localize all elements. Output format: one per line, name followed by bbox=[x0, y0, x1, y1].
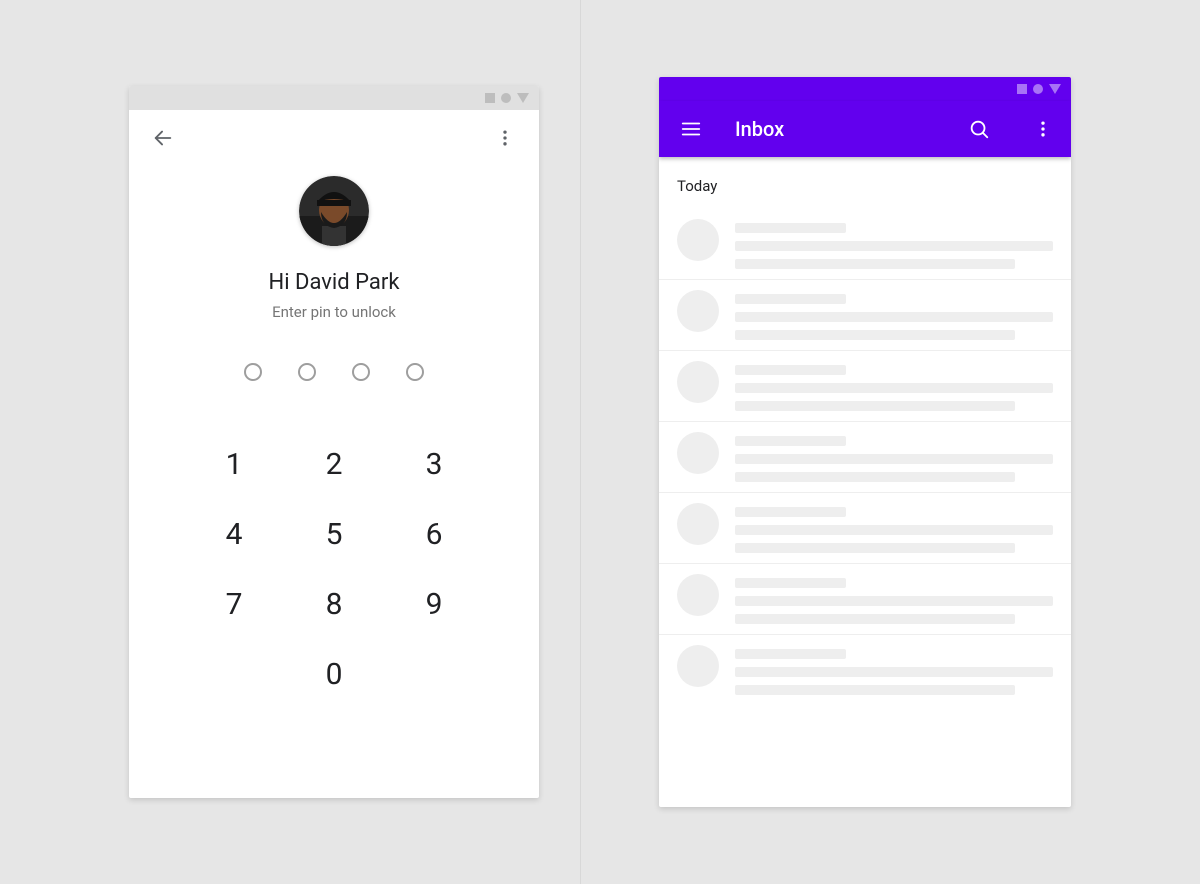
pin-device: Hi David Park Enter pin to unlock 1 2 3 … bbox=[129, 86, 539, 798]
key-1[interactable]: 1 bbox=[184, 429, 284, 499]
status-triangle-icon bbox=[517, 93, 529, 103]
inbox-title: Inbox bbox=[735, 117, 935, 141]
item-avatar bbox=[677, 645, 719, 687]
pin-app-bar bbox=[129, 110, 539, 166]
inbox-app-bar: Inbox bbox=[659, 101, 1071, 157]
avatar-image bbox=[299, 176, 369, 246]
placeholder-line bbox=[735, 401, 1015, 411]
subtitle-text: Enter pin to unlock bbox=[272, 303, 396, 321]
item-lines bbox=[735, 503, 1053, 553]
inbox-item[interactable] bbox=[659, 422, 1071, 493]
pin-dot-2 bbox=[298, 363, 316, 381]
item-avatar bbox=[677, 219, 719, 261]
status-triangle-icon bbox=[1049, 84, 1061, 94]
search-icon bbox=[968, 118, 990, 140]
key-0[interactable]: 0 bbox=[284, 639, 384, 709]
search-button[interactable] bbox=[959, 109, 999, 149]
greeting-text: Hi David Park bbox=[269, 270, 400, 295]
key-8[interactable]: 8 bbox=[284, 569, 384, 639]
more-vert-icon bbox=[495, 128, 515, 148]
key-2[interactable]: 2 bbox=[284, 429, 384, 499]
item-lines bbox=[735, 219, 1053, 269]
key-empty-right bbox=[384, 639, 484, 709]
page-divider bbox=[580, 0, 581, 884]
more-button[interactable] bbox=[1023, 109, 1063, 149]
status-square-icon bbox=[485, 93, 495, 103]
inbox-item[interactable] bbox=[659, 493, 1071, 564]
avatar bbox=[299, 176, 369, 246]
arrow-back-icon bbox=[152, 127, 174, 149]
key-empty-left bbox=[184, 639, 284, 709]
placeholder-line bbox=[735, 507, 846, 517]
key-7[interactable]: 7 bbox=[184, 569, 284, 639]
placeholder-line bbox=[735, 436, 846, 446]
pin-dot-1 bbox=[244, 363, 262, 381]
inbox-item[interactable] bbox=[659, 564, 1071, 635]
placeholder-line bbox=[735, 649, 846, 659]
item-lines bbox=[735, 645, 1053, 695]
item-avatar bbox=[677, 503, 719, 545]
status-circle-icon bbox=[1033, 84, 1043, 94]
more-vert-icon bbox=[1033, 119, 1053, 139]
pin-dot-3 bbox=[352, 363, 370, 381]
status-bar bbox=[659, 77, 1071, 101]
key-6[interactable]: 6 bbox=[384, 499, 484, 569]
placeholder-line bbox=[735, 614, 1015, 624]
inbox-body: Today bbox=[659, 157, 1071, 807]
section-header: Today bbox=[659, 169, 1071, 209]
placeholder-line bbox=[735, 312, 1053, 322]
pin-card: Hi David Park Enter pin to unlock 1 2 3 … bbox=[129, 166, 539, 798]
inbox-item[interactable] bbox=[659, 280, 1071, 351]
placeholder-line bbox=[735, 685, 1015, 695]
item-lines bbox=[735, 432, 1053, 482]
inbox-device: Inbox Today bbox=[659, 77, 1071, 807]
item-avatar bbox=[677, 290, 719, 332]
menu-button[interactable] bbox=[671, 109, 711, 149]
pin-dot-4 bbox=[406, 363, 424, 381]
key-3[interactable]: 3 bbox=[384, 429, 484, 499]
item-lines bbox=[735, 574, 1053, 624]
inbox-item[interactable] bbox=[659, 351, 1071, 422]
more-button[interactable] bbox=[485, 118, 525, 158]
placeholder-line bbox=[735, 294, 846, 304]
key-9[interactable]: 9 bbox=[384, 569, 484, 639]
key-4[interactable]: 4 bbox=[184, 499, 284, 569]
status-bar bbox=[129, 86, 539, 110]
placeholder-line bbox=[735, 525, 1053, 535]
placeholder-line bbox=[735, 259, 1015, 269]
status-circle-icon bbox=[501, 93, 511, 103]
placeholder-line bbox=[735, 383, 1053, 393]
hamburger-icon bbox=[680, 118, 702, 140]
item-lines bbox=[735, 361, 1053, 411]
placeholder-line bbox=[735, 596, 1053, 606]
placeholder-line bbox=[735, 330, 1015, 340]
inbox-item[interactable] bbox=[659, 209, 1071, 280]
key-5[interactable]: 5 bbox=[284, 499, 384, 569]
inbox-item[interactable] bbox=[659, 635, 1071, 705]
placeholder-line bbox=[735, 454, 1053, 464]
item-lines bbox=[735, 290, 1053, 340]
placeholder-line bbox=[735, 543, 1015, 553]
placeholder-line bbox=[735, 223, 846, 233]
status-square-icon bbox=[1017, 84, 1027, 94]
keypad: 1 2 3 4 5 6 7 8 9 0 bbox=[184, 429, 484, 709]
placeholder-line bbox=[735, 578, 846, 588]
pin-dots bbox=[244, 363, 424, 381]
placeholder-line bbox=[735, 365, 846, 375]
placeholder-line bbox=[735, 472, 1015, 482]
item-avatar bbox=[677, 432, 719, 474]
placeholder-line bbox=[735, 241, 1053, 251]
item-avatar bbox=[677, 574, 719, 616]
item-avatar bbox=[677, 361, 719, 403]
back-button[interactable] bbox=[143, 118, 183, 158]
placeholder-line bbox=[735, 667, 1053, 677]
